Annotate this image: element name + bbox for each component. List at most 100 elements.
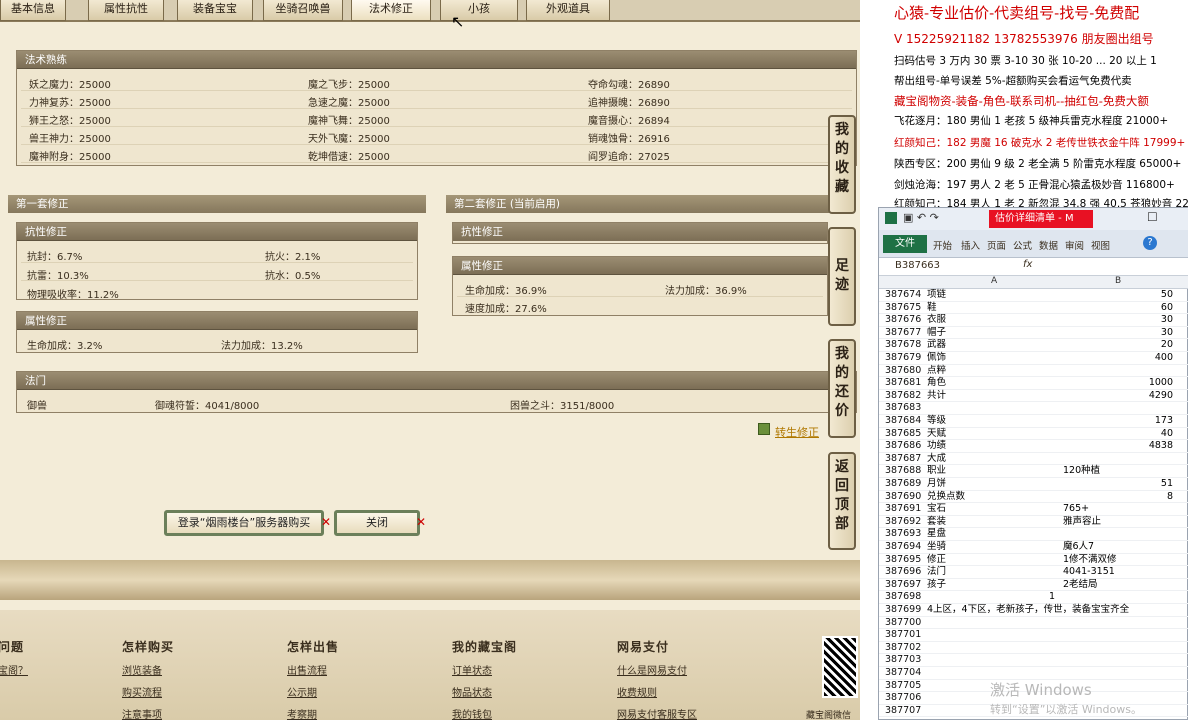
set1-attr-panel: 属性修正 生命加成：3.2% 法力加成：13.2%	[16, 311, 418, 353]
cell-a[interactable]: 佩饰	[927, 352, 1063, 365]
ribbon-tab-home[interactable]: 开始	[933, 238, 952, 252]
cell-a[interactable]: 等级	[927, 415, 1063, 428]
footer-link[interactable]: 宝阁？	[0, 662, 28, 677]
cell-a[interactable]: 坐骑	[927, 541, 1063, 554]
cell-a[interactable]: 角色	[927, 377, 1063, 390]
row-number: 387691	[885, 503, 922, 515]
footer-link[interactable]: 我的钱包	[452, 706, 517, 720]
ribbon-tab-file[interactable]: 文件	[883, 235, 927, 253]
cell-a[interactable]: 项链	[927, 289, 1063, 302]
ribbon-tab-data[interactable]: 数据	[1039, 238, 1058, 252]
sheet-row: 387703	[879, 654, 1188, 667]
cell-b[interactable]: 30	[1063, 314, 1173, 327]
rebirth-correction-link[interactable]: 转生修正	[775, 424, 819, 440]
cell-b[interactable]: 30	[1063, 327, 1173, 340]
col-b-header[interactable]: B	[1115, 276, 1121, 286]
skill-value: 魔神附身：25000	[29, 152, 111, 163]
cell-a[interactable]: 法门	[927, 566, 1063, 579]
footprint-button[interactable]: 足迹	[828, 227, 856, 326]
cell-b[interactable]: 20	[1063, 339, 1173, 352]
login-buy-button[interactable]: 登录“烟雨楼台”服务器购买	[164, 510, 324, 536]
cell-b[interactable]: 4838	[1063, 440, 1173, 453]
col-a-header[interactable]: A	[991, 276, 997, 286]
tab-spell-correction[interactable]: 法术修正	[351, 0, 431, 21]
back-to-top-button[interactable]: 返回顶部	[828, 452, 856, 550]
sheet-row: 387690 兑换点数 8	[879, 491, 1188, 504]
cell-b[interactable]: 50	[1063, 289, 1173, 302]
cell-a[interactable]: 兑换点数	[927, 491, 1063, 504]
tab-mounts-summons[interactable]: 坐骑召唤兽	[263, 0, 343, 21]
cell-b[interactable]: 40	[1063, 428, 1173, 441]
my-favorites-button[interactable]: 我的收藏	[828, 115, 856, 214]
save-icon[interactable]: ▣ ↶ ↷	[903, 211, 939, 224]
footer-link[interactable]: 浏览装备	[122, 662, 174, 677]
footer-col-my-cbg: 我的藏宝阁 订单状态 物品状态 我的钱包	[452, 638, 517, 720]
cell-b[interactable]: 60	[1063, 302, 1173, 315]
footer-link[interactable]: 出售流程	[287, 662, 339, 677]
cell-a[interactable]: 套装	[927, 516, 1063, 529]
row-number: 387699	[885, 604, 922, 615]
cell-b[interactable]: 51	[1063, 478, 1173, 491]
tab-equipment-pets[interactable]: 装备宝宝	[177, 0, 253, 21]
cell-a[interactable]: 衣服	[927, 314, 1063, 327]
cell-b[interactable]: 4041-3151	[1063, 566, 1173, 579]
cell-a[interactable]: 帽子	[927, 327, 1063, 340]
ad-line-0: 扫码估号 3 万内 30 票 3-10 30 张 10-20 ... 20 以上…	[894, 55, 1157, 67]
tab-appearance-items[interactable]: 外观道具	[526, 0, 610, 21]
ribbon-tab-layout[interactable]: 页面	[987, 238, 1006, 252]
cell-a[interactable]: 修正	[927, 554, 1063, 567]
cell-a[interactable]: 宝石	[927, 503, 1063, 516]
cell-a[interactable]: 月饼	[927, 478, 1063, 491]
cell-a[interactable]: 武器	[927, 339, 1063, 352]
ribbon-tab-formulas[interactable]: 公式	[1013, 238, 1032, 252]
ribbon-tab-view[interactable]: 视图	[1091, 238, 1110, 252]
cell-b[interactable]: 173	[1063, 415, 1173, 428]
row-number: 387680	[885, 364, 922, 376]
tab-basic-info[interactable]: 基本信息	[0, 0, 66, 21]
cell-a[interactable]: 职业	[927, 465, 1063, 478]
cell-b[interactable]: 765+	[1063, 503, 1173, 516]
close-button[interactable]: 关闭	[334, 510, 420, 536]
cell-b[interactable]: 1000	[1063, 377, 1173, 390]
my-counter-offers-button[interactable]: 我的还价	[828, 339, 856, 438]
cell-b[interactable]: 2老结局	[1063, 579, 1173, 592]
help-icon[interactable]: ?	[1143, 236, 1157, 250]
formula-bar: B387663 fx	[879, 258, 1188, 276]
tab-attributes[interactable]: 属性抗性	[88, 0, 164, 21]
footer-link[interactable]: 网易支付客服专区	[617, 706, 697, 720]
name-box[interactable]: B387663	[895, 260, 940, 271]
cell-a[interactable]: 孩子	[927, 579, 1063, 592]
cell-a[interactable]: 星盘	[927, 528, 1063, 541]
cell-a[interactable]: 4上区，4下区，老新孩子，传世，装备宝宝齐全	[927, 604, 1129, 617]
footer-link[interactable]: 物品状态	[452, 684, 517, 699]
footer-link[interactable]: 什么是网易支付	[617, 662, 697, 677]
cell-a[interactable]: 共计	[927, 390, 1063, 403]
cell-a[interactable]: 功绩	[927, 440, 1063, 453]
cell-b[interactable]: 120种植	[1063, 465, 1173, 478]
footer-link[interactable]: 订单状态	[452, 662, 517, 677]
cell-a[interactable]: 大成	[927, 453, 1063, 466]
cell-b[interactable]: 雅声容止	[1063, 516, 1173, 529]
footer-link[interactable]: 收费规则	[617, 684, 697, 699]
cell-b[interactable]: 4290	[1063, 390, 1173, 403]
footer-link[interactable]: 购买流程	[122, 684, 174, 699]
cell-b[interactable]: 400	[1063, 352, 1173, 365]
footer-link[interactable]: 公示期	[287, 684, 339, 699]
row-number: 387707	[885, 704, 922, 716]
footer-link[interactable]: 考察期	[287, 706, 339, 720]
cell-b[interactable]: 1	[1049, 591, 1159, 604]
maximize-icon[interactable]: ☐	[1147, 210, 1158, 224]
cell-b[interactable]: 1修不满双修	[1063, 554, 1173, 567]
ribbon-tab-review[interactable]: 审阅	[1065, 238, 1084, 252]
cell-b[interactable]: 8	[1063, 491, 1173, 504]
row-number: 387706	[885, 692, 922, 704]
row-number: 387692	[885, 515, 922, 527]
cell-a[interactable]: 点粹	[927, 365, 1063, 378]
cell-a[interactable]: 天赋	[927, 428, 1063, 441]
skill-value: 魔音摄心：26894	[588, 116, 670, 127]
sheet-row: 387678 武器 20	[879, 339, 1188, 352]
cell-b[interactable]: 魔6人7	[1063, 541, 1173, 554]
footer-link[interactable]: 注意事项	[122, 706, 174, 720]
ribbon-tab-insert[interactable]: 插入	[961, 238, 980, 252]
cell-a[interactable]: 鞋	[927, 302, 1063, 315]
